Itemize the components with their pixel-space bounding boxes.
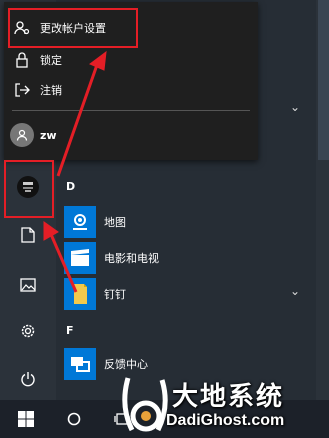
start-button[interactable] bbox=[8, 400, 44, 438]
watermark-url: DadiGhost.com bbox=[166, 412, 285, 429]
windows-logo-icon bbox=[18, 411, 34, 427]
watermark-brand: 大地系统 bbox=[172, 382, 285, 412]
cortana-icon bbox=[67, 412, 81, 426]
watermark-logo: 大地系统 DadiGhost.com bbox=[118, 372, 329, 438]
annotation-arrows bbox=[43, 50, 107, 293]
cortana-search-button[interactable] bbox=[56, 400, 92, 438]
